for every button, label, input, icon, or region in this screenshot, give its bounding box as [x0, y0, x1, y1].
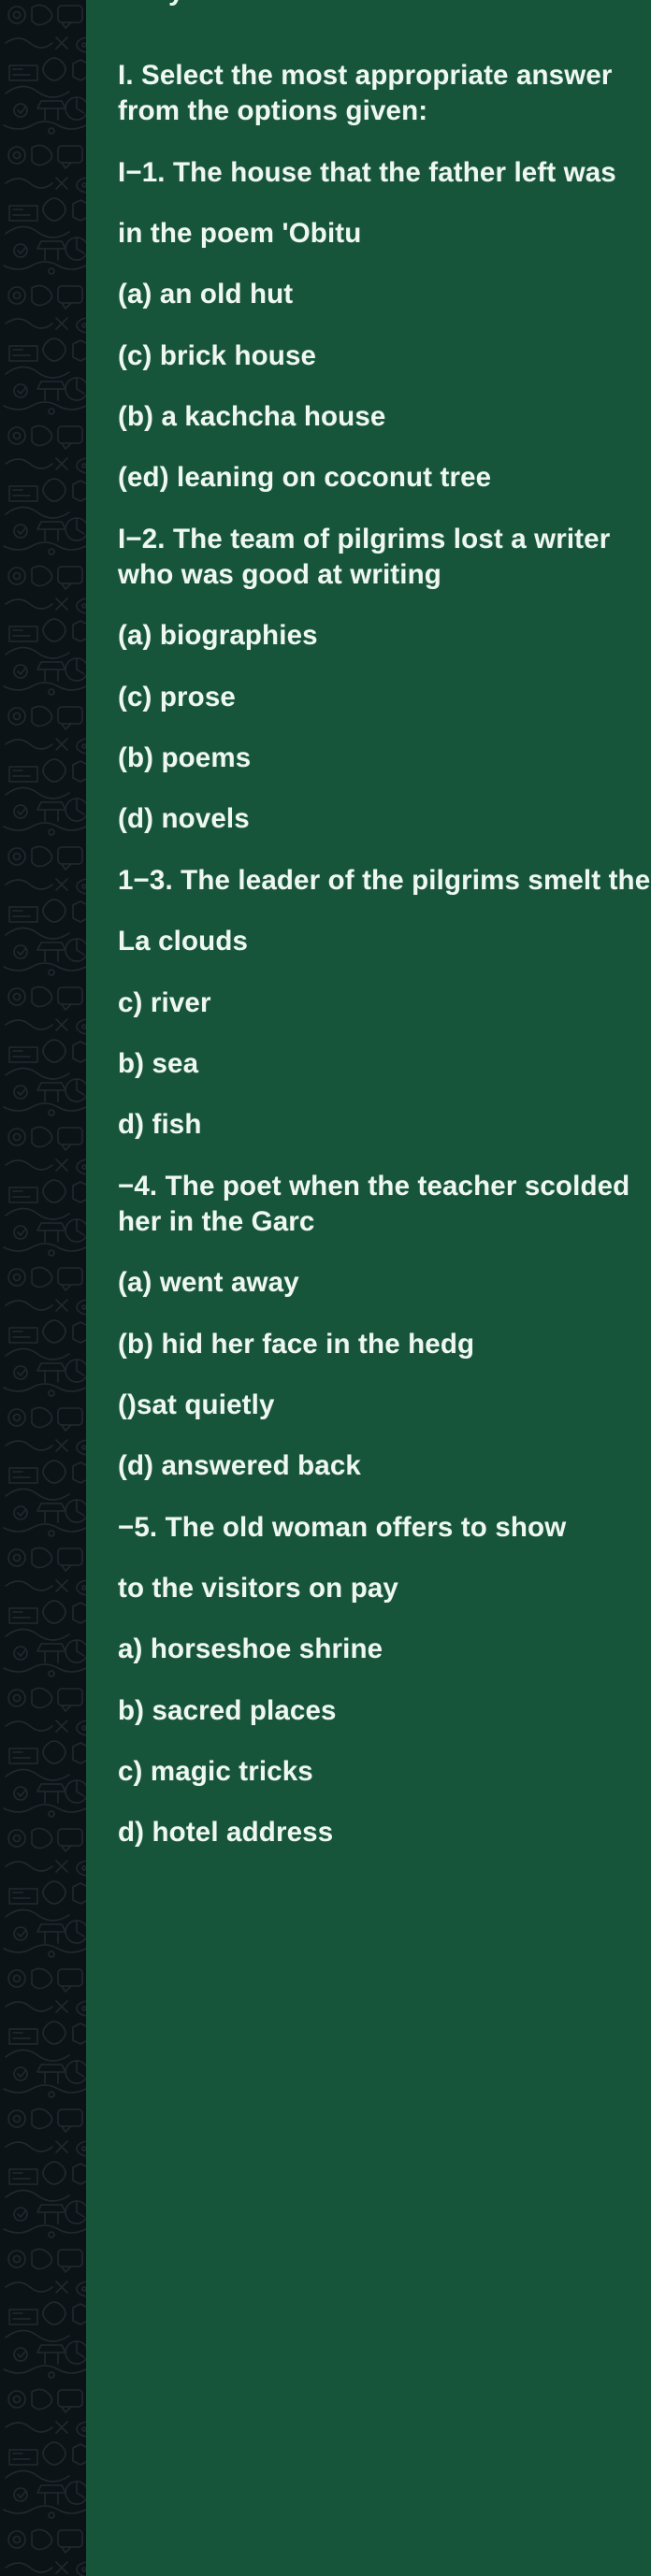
message-line: I−2. The team of pilgrims lost a writer …: [118, 523, 618, 591]
message-line: (b) poems: [118, 742, 252, 774]
message-line: in the poem 'Obitu: [118, 218, 362, 250]
message-line: b) sacred places: [118, 1694, 337, 1726]
message-text-body: I. Select the most appropriate answer fr…: [118, 37, 651, 1851]
message-line: (a) biographies: [118, 620, 318, 652]
clipped-previous-line: y: [168, 0, 184, 6]
message-line: (c) prose: [118, 681, 236, 712]
message-line: −4. The poet when the teacher scolded he…: [118, 1170, 638, 1237]
message-line: (b) a kachcha house: [118, 401, 386, 433]
message-line: I. Select the most appropriate answer fr…: [118, 60, 620, 127]
message-line: (b) hid her face in the hedg: [118, 1328, 475, 1360]
message-line: c) river: [118, 986, 211, 1018]
message-line: (a) went away: [118, 1267, 299, 1299]
message-line: 1−3. The leader of the pilgrims smelt th…: [118, 864, 651, 896]
message-line: (d) novels: [118, 803, 250, 835]
message-line: b) sea: [118, 1047, 199, 1079]
message-line: to the visitors on pay: [118, 1572, 398, 1604]
message-line: a) horseshoe shrine: [118, 1633, 383, 1665]
message-line: La clouds: [118, 926, 249, 957]
message-line: I−1. The house that the father left was: [118, 156, 616, 188]
chat-message-bubble[interactable]: y I. Select the most appropriate answer …: [86, 0, 651, 2576]
message-line: (d) answered back: [118, 1450, 361, 1482]
message-line: c) magic tricks: [118, 1755, 313, 1787]
message-line: −5. The old woman offers to show: [118, 1511, 567, 1543]
message-line: d) fish: [118, 1109, 202, 1141]
message-line: d) hotel address: [118, 1817, 334, 1849]
message-line: (a) an old hut: [118, 279, 294, 310]
message-bubble-clip: y I. Select the most appropriate answer …: [43, 0, 651, 2576]
message-line: (ed) leaning on coconut tree: [118, 462, 492, 494]
message-line: ()sat quietly: [118, 1389, 275, 1420]
message-line: (c) brick house: [118, 339, 317, 371]
